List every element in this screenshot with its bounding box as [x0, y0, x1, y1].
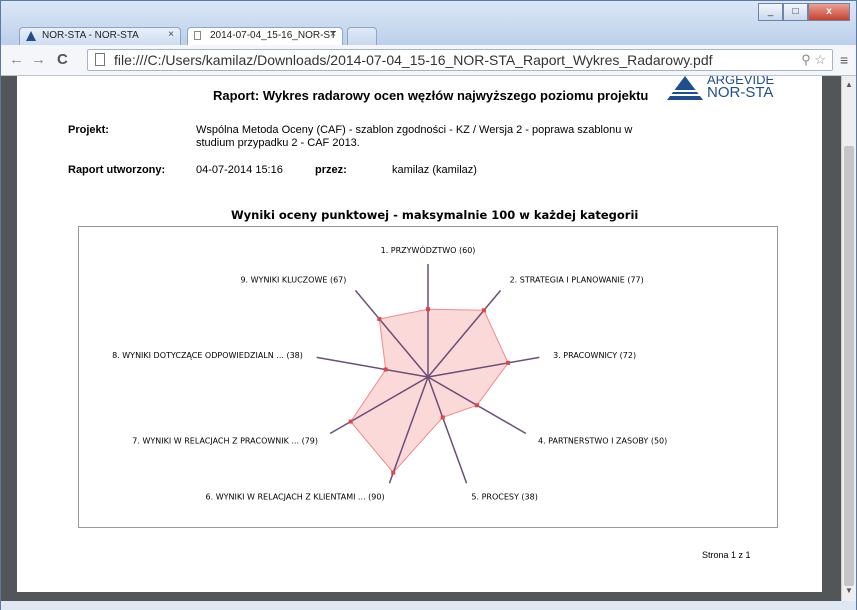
tab-nor-sta[interactable]: NOR-STA - NOR-STA × [19, 27, 181, 45]
scroll-up-icon[interactable]: ▲ [845, 80, 853, 89]
by-label: przez: [315, 164, 347, 176]
close-window-icon[interactable]: x [808, 3, 850, 21]
scroll-thumb[interactable] [844, 146, 854, 586]
scroll-down-icon[interactable]: ▼ [845, 586, 853, 595]
zoom-star-icons[interactable]: ⚲ ☆ [801, 52, 826, 68]
new-tab-button[interactable] [347, 27, 377, 45]
tab-label: NOR-STA - NOR-STA [42, 30, 139, 41]
by-value: kamilaz (kamilaz) [392, 164, 477, 176]
radar-point [481, 308, 486, 313]
page-footer: Strona 1 z 1 [702, 550, 751, 560]
minimize-icon[interactable]: _ [758, 3, 783, 21]
project-value: studium przypadku 2 - CAF 2013. [196, 137, 360, 149]
reload-icon[interactable]: C [57, 51, 68, 68]
tab-pdf-report[interactable]: 2014-07-04_15-16_NOR-ST × [187, 27, 343, 45]
menu-icon[interactable]: ≡ [840, 52, 848, 68]
url-text: file:///C:/Users/kamilaz/Downloads/2014-… [114, 52, 713, 68]
radar-point [383, 367, 388, 372]
radar-series-area [350, 308, 509, 474]
window-controls: _ □ x [758, 3, 850, 21]
radar-axis-label: 2. STRATEGIA I PLANOWANIE (77) [510, 276, 644, 285]
browser-window: NOR-STA - NOR-STA × 2014-07-04_15-16_NOR… [0, 0, 857, 610]
created-value: 04-07-2014 15:16 [196, 164, 283, 176]
page-icon [95, 53, 105, 66]
pdf-viewport: Raport: Wykres radarowy ocen węzłów najw… [1, 76, 841, 601]
radar-axis-label: 5. PROCESY (38) [471, 492, 537, 501]
radar-axis-label: 3. PRACOWNICY (72) [553, 351, 636, 360]
address-bar[interactable]: file:///C:/Users/kamilaz/Downloads/2014-… [87, 49, 833, 71]
radar-point [506, 360, 511, 365]
back-arrow-icon[interactable]: ← [9, 51, 24, 68]
report-title: Raport: Wykres radarowy ocen węzłów najw… [213, 88, 649, 103]
project-value: Wspólna Metoda Oceny (CAF) - szablon zgo… [196, 124, 633, 136]
radar-point [474, 403, 479, 408]
radar-point [348, 419, 353, 424]
radar-point [377, 317, 382, 321]
radar-chart-frame: 1. PRZYWÓDZTWO (60) 2. STRATEGIA I PLANOW… [78, 226, 778, 528]
project-label: Projekt: [68, 124, 109, 136]
logo-text: NOR-STA [707, 84, 774, 101]
tab-label: 2014-07-04_15-16_NOR-ST [210, 30, 337, 41]
vertical-scrollbar[interactable]: ▲ ▼ [841, 76, 856, 601]
close-tab-icon[interactable]: × [168, 29, 174, 40]
radar-axis-label: 8. WYNIKI DOTYCZĄCE ODPOWIEDZIALN ... (3… [112, 351, 303, 360]
window-bottom-border [1, 601, 856, 610]
maximize-icon[interactable]: □ [783, 3, 808, 21]
radar-chart: 1. PRZYWÓDZTWO (60) 2. STRATEGIA I PLANOW… [112, 244, 667, 501]
close-tab-icon[interactable]: × [330, 29, 336, 40]
chart-title: Wyniki oceny punktowej - maksymalnie 100… [231, 208, 639, 222]
radar-axis-label: 1. PRZYWÓDZTWO (60) [381, 244, 476, 255]
forward-arrow-icon[interactable]: → [31, 51, 46, 68]
created-label: Raport utworzony: [68, 164, 166, 176]
title-bar: NOR-STA - NOR-STA × 2014-07-04_15-16_NOR… [1, 1, 856, 45]
page-icon [194, 31, 201, 40]
radar-point [426, 307, 430, 312]
logo-mark-icon [667, 76, 703, 100]
browser-toolbar: ← → C file:///C:/Users/kamilaz/Downloads… [1, 45, 856, 76]
nor-sta-favicon-icon [26, 31, 36, 41]
radar-point [391, 470, 396, 475]
radar-axis-label: 6. WYNIKI W RELACJACH Z KLIENTAMI ... (9… [206, 492, 385, 501]
radar-axis-label: 4. PARTNERSTWO I ZASOBY (50) [538, 437, 667, 446]
argevide-logo: ARGEVIDE NOR-STA [667, 76, 787, 106]
pdf-page: Raport: Wykres radarowy ocen węzłów najw… [17, 76, 822, 592]
radar-axis-label: 9. WYNIKI KLUCZOWE (67) [240, 276, 346, 285]
radar-axis-label: 7. WYNIKI W RELACJACH Z PRACOWNIK ... (7… [132, 437, 318, 446]
radar-point [440, 415, 445, 420]
